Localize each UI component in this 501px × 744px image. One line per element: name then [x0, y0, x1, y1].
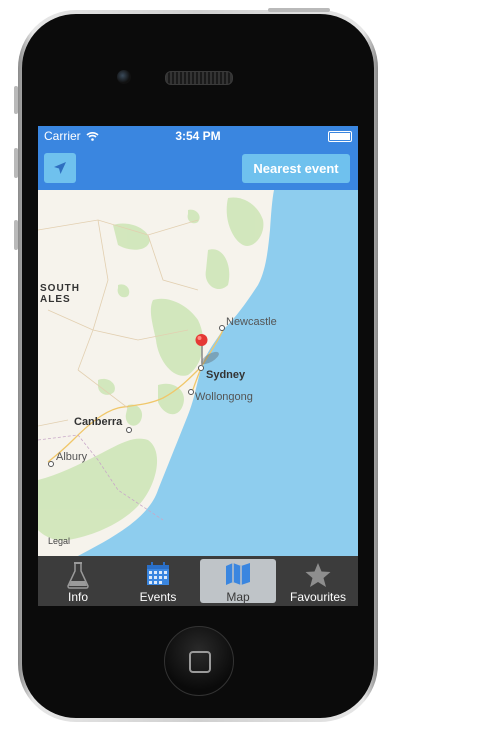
nearest-event-button[interactable]: Nearest event [242, 154, 350, 183]
map-canvas [38, 190, 358, 556]
home-button[interactable] [164, 626, 234, 696]
current-location-button[interactable] [44, 153, 76, 183]
volume-down-button [14, 220, 18, 250]
front-camera [117, 70, 131, 84]
map-icon [226, 563, 250, 585]
tab-favourites-label: Favourites [289, 590, 347, 604]
map-label-south: SOUTH [40, 283, 80, 294]
volume-up-button [14, 148, 18, 178]
map-legal-link[interactable]: Legal [48, 536, 70, 546]
tab-map-label: Map [226, 590, 250, 604]
status-bar: Carrier 3:54 PM [38, 126, 358, 146]
power-button [268, 8, 330, 12]
earpiece-speaker [165, 71, 233, 85]
map-label-albury: Albury [56, 451, 88, 463]
map-label-newcastle: Newcastle [226, 316, 277, 328]
battery-icon [328, 131, 352, 142]
map-view[interactable]: SOUTH ALES Newcastle Sydney Wollongong C… [38, 190, 358, 556]
map-label-canberra: Canberra [74, 416, 123, 428]
location-arrow-icon [54, 162, 66, 174]
flask-icon [67, 562, 89, 589]
mute-switch [14, 86, 18, 114]
star-icon [305, 563, 331, 587]
calendar-icon [147, 562, 169, 585]
tab-events-label: Events [139, 590, 177, 604]
nav-bar: Nearest event [38, 146, 358, 190]
tab-info[interactable]: Info [40, 559, 116, 604]
map-label-wales: ALES [40, 294, 71, 305]
tab-bar: Info Events Map Favourites [38, 556, 358, 606]
tab-events[interactable]: Events [120, 559, 196, 604]
status-time: 3:54 PM [175, 129, 221, 143]
map-label-wollongong: Wollongong [195, 391, 253, 403]
app-screen: Carrier 3:54 PM Nearest event SOUTH ALES… [38, 126, 358, 606]
home-square-icon [189, 651, 211, 673]
tab-favourites[interactable]: Favourites [280, 559, 356, 604]
tab-info-label: Info [67, 590, 88, 604]
tab-map[interactable]: Map [200, 559, 276, 604]
map-label-sydney: Sydney [206, 369, 246, 381]
